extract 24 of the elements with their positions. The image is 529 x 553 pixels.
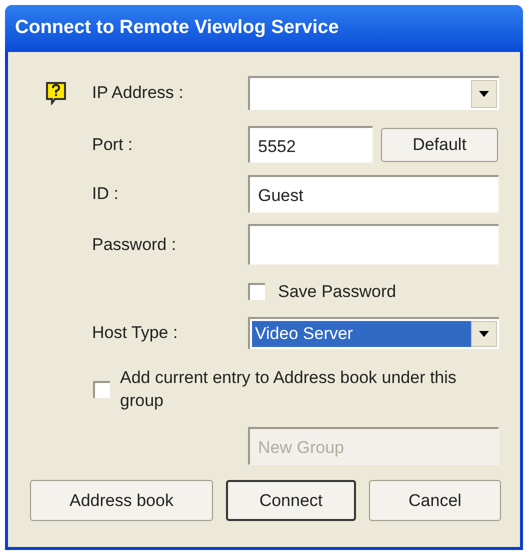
field-label: Password : (92, 234, 176, 256)
field-label: IP Address : (92, 82, 184, 104)
window-title: Connect to Remote Viewlog Service (15, 16, 339, 40)
address-book-button[interactable]: Address book (30, 480, 213, 521)
field-label: Host Type : (92, 323, 178, 342)
caret-icon (479, 331, 489, 337)
input-field[interactable]: 5552 (248, 126, 373, 163)
default-button[interactable]: Default (381, 128, 498, 162)
combo-box[interactable]: Video Server (248, 317, 499, 349)
field-label: ID : (92, 183, 118, 206)
field-label: Save Password (278, 280, 396, 303)
checkbox-label: Add current entry to Address book under this group (120, 367, 458, 412)
connect-button[interactable]: Connect (226, 480, 356, 521)
dropdown-button[interactable] (471, 80, 497, 108)
input-field[interactable] (248, 224, 499, 265)
caret-icon (479, 91, 489, 97)
dropdown-button[interactable] (471, 321, 497, 347)
checkbox[interactable] (93, 380, 110, 398)
combo-value: Video Server (255, 324, 353, 343)
help-icon[interactable] (45, 81, 67, 105)
cancel-button[interactable]: Cancel (369, 480, 501, 521)
checkbox[interactable] (248, 283, 265, 300)
field-label: Port : (92, 134, 133, 156)
input-field[interactable]: Guest (248, 175, 499, 213)
